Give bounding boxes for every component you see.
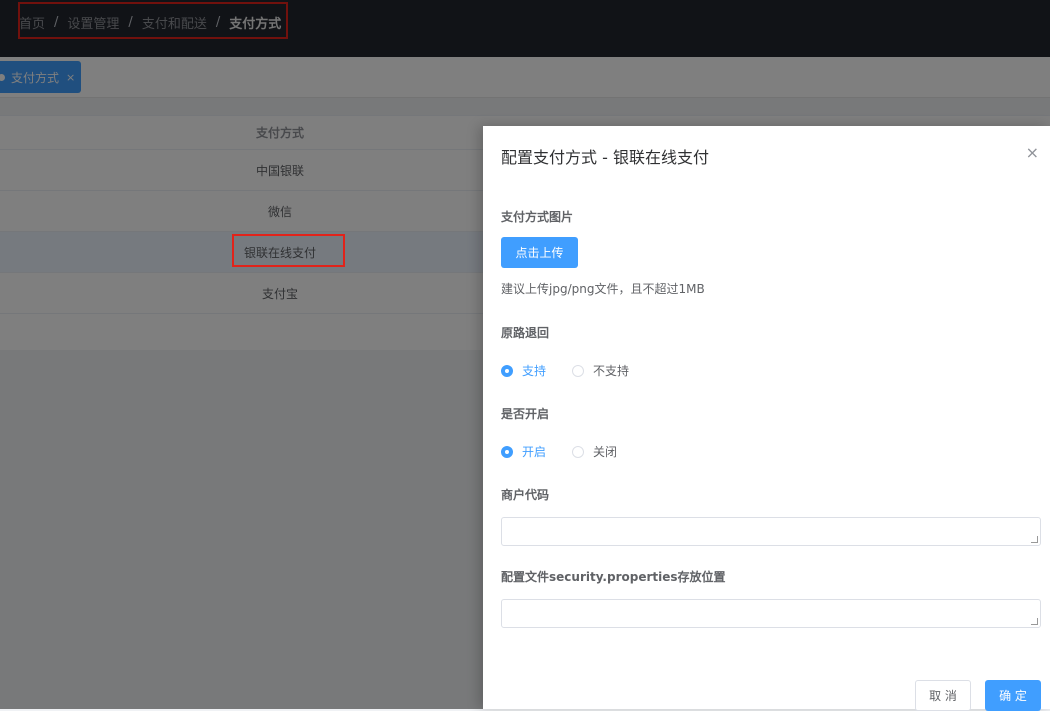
upload-button[interactable]: 点击上传 — [501, 237, 578, 268]
radio-unchecked-icon — [572, 445, 585, 458]
resize-handle-icon[interactable] — [1031, 536, 1038, 543]
cancel-button[interactable]: 取 消 — [915, 680, 971, 711]
merchant-code-label: 商户代码 — [501, 488, 550, 502]
enabled-radio-group: 开启 关闭 — [501, 443, 643, 460]
enabled-label: 是否开启 — [501, 407, 550, 421]
confirm-button[interactable]: 确 定 — [985, 680, 1041, 711]
radio-enable[interactable]: 开启 — [501, 443, 546, 460]
image-label: 支付方式图片 — [501, 210, 574, 224]
resize-handle-icon[interactable] — [1031, 618, 1038, 625]
merchant-code-input[interactable] — [501, 517, 1041, 546]
close-icon[interactable]: × — [1026, 143, 1039, 162]
radio-unchecked-icon — [572, 364, 585, 377]
radio-label: 开启 — [522, 445, 547, 459]
radio-disable[interactable]: 关闭 — [572, 443, 617, 460]
upload-tip: 建议上传jpg/png文件，且不超过1MB — [501, 282, 705, 296]
radio-label: 不支持 — [593, 364, 630, 378]
radio-support[interactable]: 支持 — [501, 362, 546, 379]
radio-checked-icon — [501, 445, 513, 458]
radio-not-support[interactable]: 不支持 — [572, 362, 629, 379]
radio-checked-icon — [501, 364, 513, 377]
config-path-label: 配置文件security.properties存放位置 — [501, 570, 726, 584]
refund-label: 原路退回 — [501, 326, 550, 340]
radio-label: 关闭 — [593, 445, 618, 459]
drawer-title: 配置支付方式 - 银联在线支付 — [501, 148, 709, 167]
config-drawer: 配置支付方式 - 银联在线支付 × 支付方式图片 点击上传 建议上传jpg/pn… — [483, 126, 1050, 711]
config-path-input[interactable] — [501, 599, 1041, 628]
row-highlight-box — [232, 234, 345, 267]
refund-radio-group: 支持 不支持 — [501, 362, 655, 379]
radio-label: 支持 — [522, 364, 547, 378]
